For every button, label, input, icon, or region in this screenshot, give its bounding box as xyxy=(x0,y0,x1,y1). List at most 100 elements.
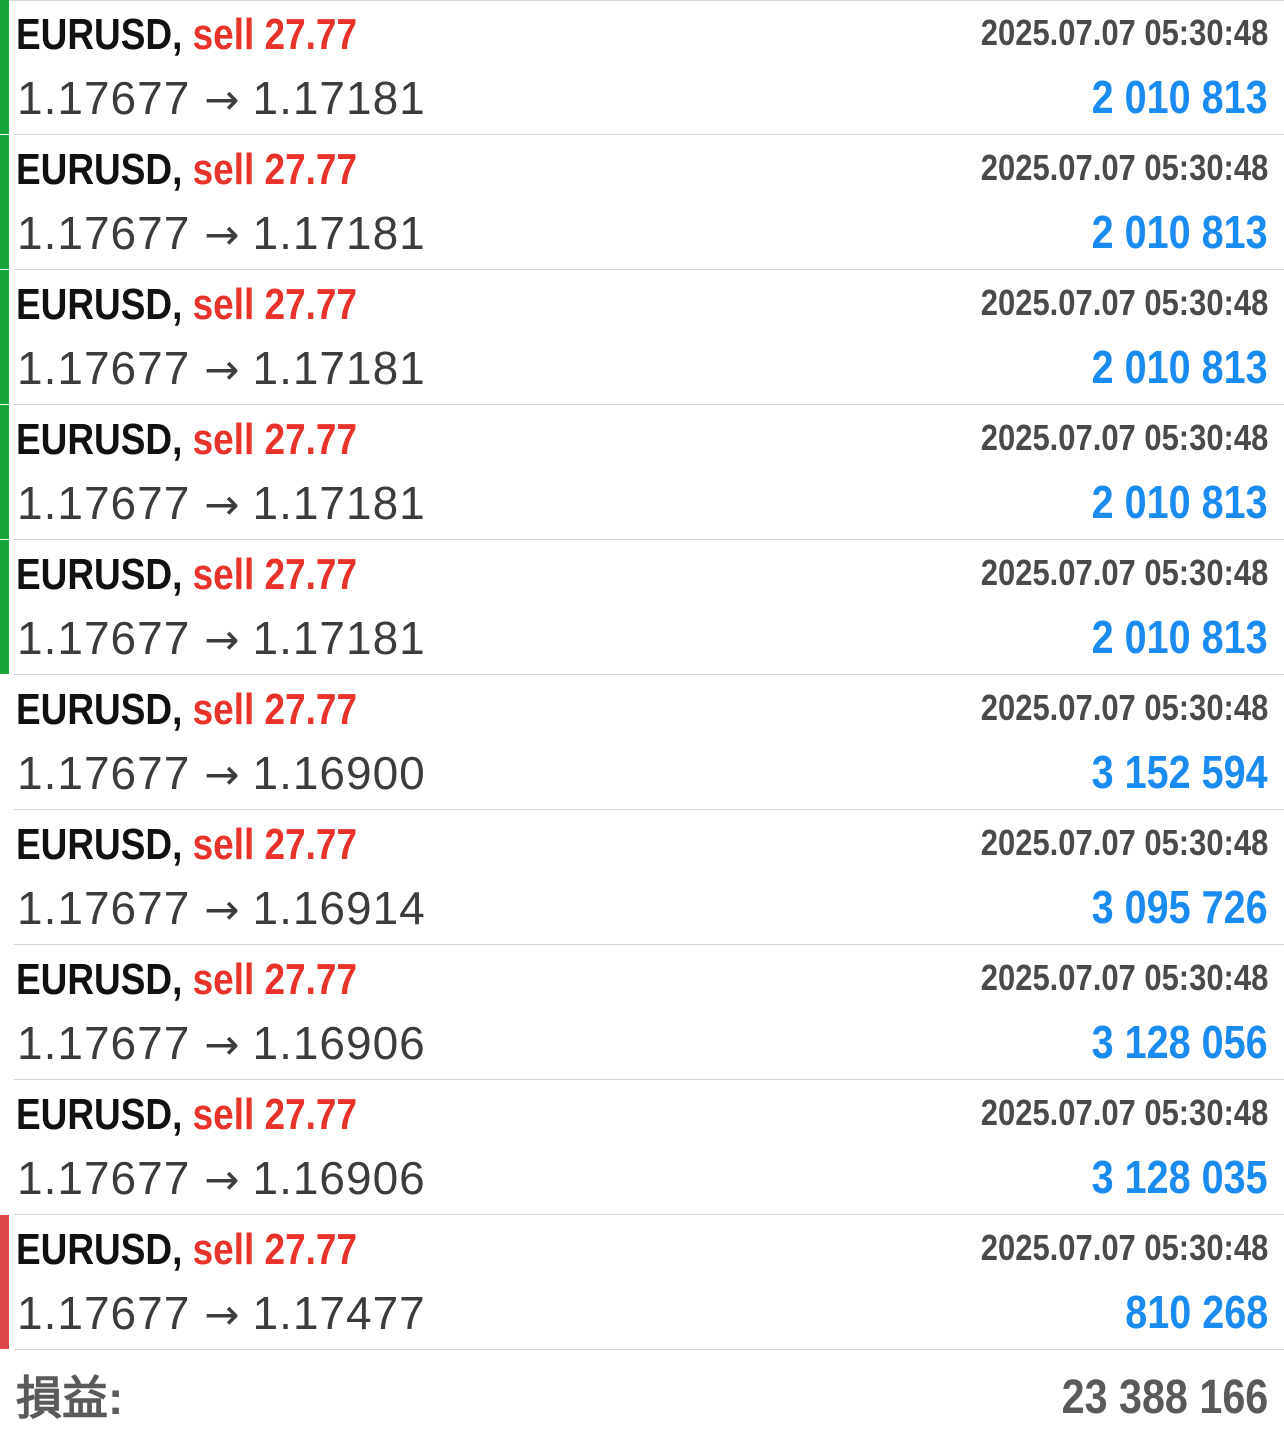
close-price: 1.16906 xyxy=(252,1017,426,1069)
trade-row[interactable]: EURUSD, sell 27.77 2025.07.07 05:30:48 1… xyxy=(0,270,1284,405)
trade-header: EURUSD, sell 27.77 xyxy=(16,1089,357,1141)
trade-row[interactable]: EURUSD, sell 27.77 2025.07.07 05:30:48 1… xyxy=(0,675,1284,810)
open-price: 1.17677 xyxy=(17,612,191,664)
trade-symbol: EURUSD, xyxy=(16,415,183,464)
row-status-indicator xyxy=(0,1080,9,1214)
open-price: 1.17677 xyxy=(17,477,191,529)
trade-prices: 1.17677 → 1.17181 xyxy=(17,71,426,127)
trade-time: 2025.07.07 05:30:48 xyxy=(980,1227,1268,1268)
trade-side: sell xyxy=(192,1225,255,1274)
row-status-indicator xyxy=(0,675,9,809)
trade-profit: 3 152 594 xyxy=(1091,746,1268,798)
row-status-indicator xyxy=(0,810,9,944)
trade-symbol: EURUSD, xyxy=(16,1090,183,1139)
row-status-indicator xyxy=(0,405,9,539)
close-price: 1.17181 xyxy=(252,612,426,664)
trade-history-list: EURUSD, sell 27.77 2025.07.07 05:30:48 1… xyxy=(0,0,1284,1350)
trade-prices: 1.17677 → 1.16906 xyxy=(17,1151,426,1207)
arrow-right-icon: → xyxy=(204,210,241,259)
row-status-indicator xyxy=(0,1215,9,1349)
trade-symbol: EURUSD, xyxy=(16,145,183,194)
arrow-right-icon: → xyxy=(204,345,241,394)
trade-header: EURUSD, sell 27.77 xyxy=(16,1224,357,1276)
trade-time: 2025.07.07 05:30:48 xyxy=(980,1092,1268,1133)
trade-row[interactable]: EURUSD, sell 27.77 2025.07.07 05:30:48 1… xyxy=(0,1215,1284,1350)
open-price: 1.17677 xyxy=(17,882,191,934)
trade-row[interactable]: EURUSD, sell 27.77 2025.07.07 05:30:48 1… xyxy=(0,540,1284,675)
trade-volume: 27.77 xyxy=(264,955,358,1004)
trade-side: sell xyxy=(192,550,255,599)
arrow-right-icon: → xyxy=(204,615,241,664)
trade-row[interactable]: EURUSD, sell 27.77 2025.07.07 05:30:48 1… xyxy=(0,945,1284,1080)
close-price: 1.17181 xyxy=(252,207,426,259)
trade-volume: 27.77 xyxy=(264,415,358,464)
trade-volume: 27.77 xyxy=(264,145,358,194)
trade-side: sell xyxy=(192,685,255,734)
trade-symbol: EURUSD, xyxy=(16,685,183,734)
arrow-right-icon: → xyxy=(204,1020,241,1069)
row-divider xyxy=(14,1349,1284,1350)
trade-profit: 2 010 813 xyxy=(1091,476,1268,528)
trade-time: 2025.07.07 05:30:48 xyxy=(980,552,1268,593)
trade-symbol: EURUSD, xyxy=(16,550,183,599)
trade-time: 2025.07.07 05:30:48 xyxy=(980,417,1268,458)
trade-volume: 27.77 xyxy=(264,10,358,59)
trade-profit: 3 128 056 xyxy=(1091,1016,1268,1068)
total-summary-row: 損益: 23 388 166 xyxy=(0,1352,1284,1429)
trade-row[interactable]: EURUSD, sell 27.77 2025.07.07 05:30:48 1… xyxy=(0,0,1284,135)
close-price: 1.16914 xyxy=(252,882,426,934)
trade-side: sell xyxy=(192,955,255,1004)
trade-side: sell xyxy=(192,280,255,329)
trade-side: sell xyxy=(192,1090,255,1139)
row-status-indicator xyxy=(0,270,9,404)
trade-volume: 27.77 xyxy=(264,280,358,329)
trade-prices: 1.17677 → 1.16900 xyxy=(17,746,426,802)
row-status-indicator xyxy=(0,0,9,134)
trade-symbol: EURUSD, xyxy=(16,1225,183,1274)
close-price: 1.17477 xyxy=(252,1287,426,1339)
arrow-right-icon: → xyxy=(204,750,241,799)
arrow-right-icon: → xyxy=(204,75,241,124)
trade-prices: 1.17677 → 1.17181 xyxy=(17,611,426,667)
trade-prices: 1.17677 → 1.16906 xyxy=(17,1016,426,1072)
trade-row[interactable]: EURUSD, sell 27.77 2025.07.07 05:30:48 1… xyxy=(0,810,1284,945)
trade-profit: 3 095 726 xyxy=(1091,881,1268,933)
row-status-indicator xyxy=(0,945,9,1079)
close-price: 1.16900 xyxy=(252,747,426,799)
trade-row[interactable]: EURUSD, sell 27.77 2025.07.07 05:30:48 1… xyxy=(0,1080,1284,1215)
trade-prices: 1.17677 → 1.17181 xyxy=(17,341,426,397)
close-price: 1.17181 xyxy=(252,477,426,529)
arrow-right-icon: → xyxy=(204,885,241,934)
total-profit-value: 23 388 166 xyxy=(1061,1371,1268,1424)
trade-prices: 1.17677 → 1.17181 xyxy=(17,476,426,532)
trade-volume: 27.77 xyxy=(264,550,358,599)
trade-header: EURUSD, sell 27.77 xyxy=(16,684,357,736)
trade-symbol: EURUSD, xyxy=(16,10,183,59)
trade-volume: 27.77 xyxy=(264,820,358,869)
arrow-right-icon: → xyxy=(204,1290,241,1339)
trade-side: sell xyxy=(192,415,255,464)
trade-side: sell xyxy=(192,10,255,59)
trade-prices: 1.17677 → 1.17477 xyxy=(17,1286,426,1342)
trade-header: EURUSD, sell 27.77 xyxy=(16,549,357,601)
trade-header: EURUSD, sell 27.77 xyxy=(16,414,357,466)
trade-time: 2025.07.07 05:30:48 xyxy=(980,282,1268,323)
open-price: 1.17677 xyxy=(17,342,191,394)
row-status-indicator xyxy=(0,540,9,674)
trade-row[interactable]: EURUSD, sell 27.77 2025.07.07 05:30:48 1… xyxy=(0,405,1284,540)
trade-volume: 27.77 xyxy=(264,1090,358,1139)
trade-prices: 1.17677 → 1.16914 xyxy=(17,881,426,937)
trade-time: 2025.07.07 05:30:48 xyxy=(980,12,1268,53)
trade-header: EURUSD, sell 27.77 xyxy=(16,9,357,61)
trade-volume: 27.77 xyxy=(264,685,358,734)
open-price: 1.17677 xyxy=(17,1287,191,1339)
open-price: 1.17677 xyxy=(17,207,191,259)
trade-row[interactable]: EURUSD, sell 27.77 2025.07.07 05:30:48 1… xyxy=(0,135,1284,270)
trade-profit: 2 010 813 xyxy=(1091,206,1268,258)
trade-profit: 3 128 035 xyxy=(1091,1151,1268,1203)
open-price: 1.17677 xyxy=(17,747,191,799)
trade-time: 2025.07.07 05:30:48 xyxy=(980,147,1268,188)
trade-profit: 810 268 xyxy=(1124,1286,1268,1338)
trade-symbol: EURUSD, xyxy=(16,955,183,1004)
row-status-indicator xyxy=(0,135,9,269)
